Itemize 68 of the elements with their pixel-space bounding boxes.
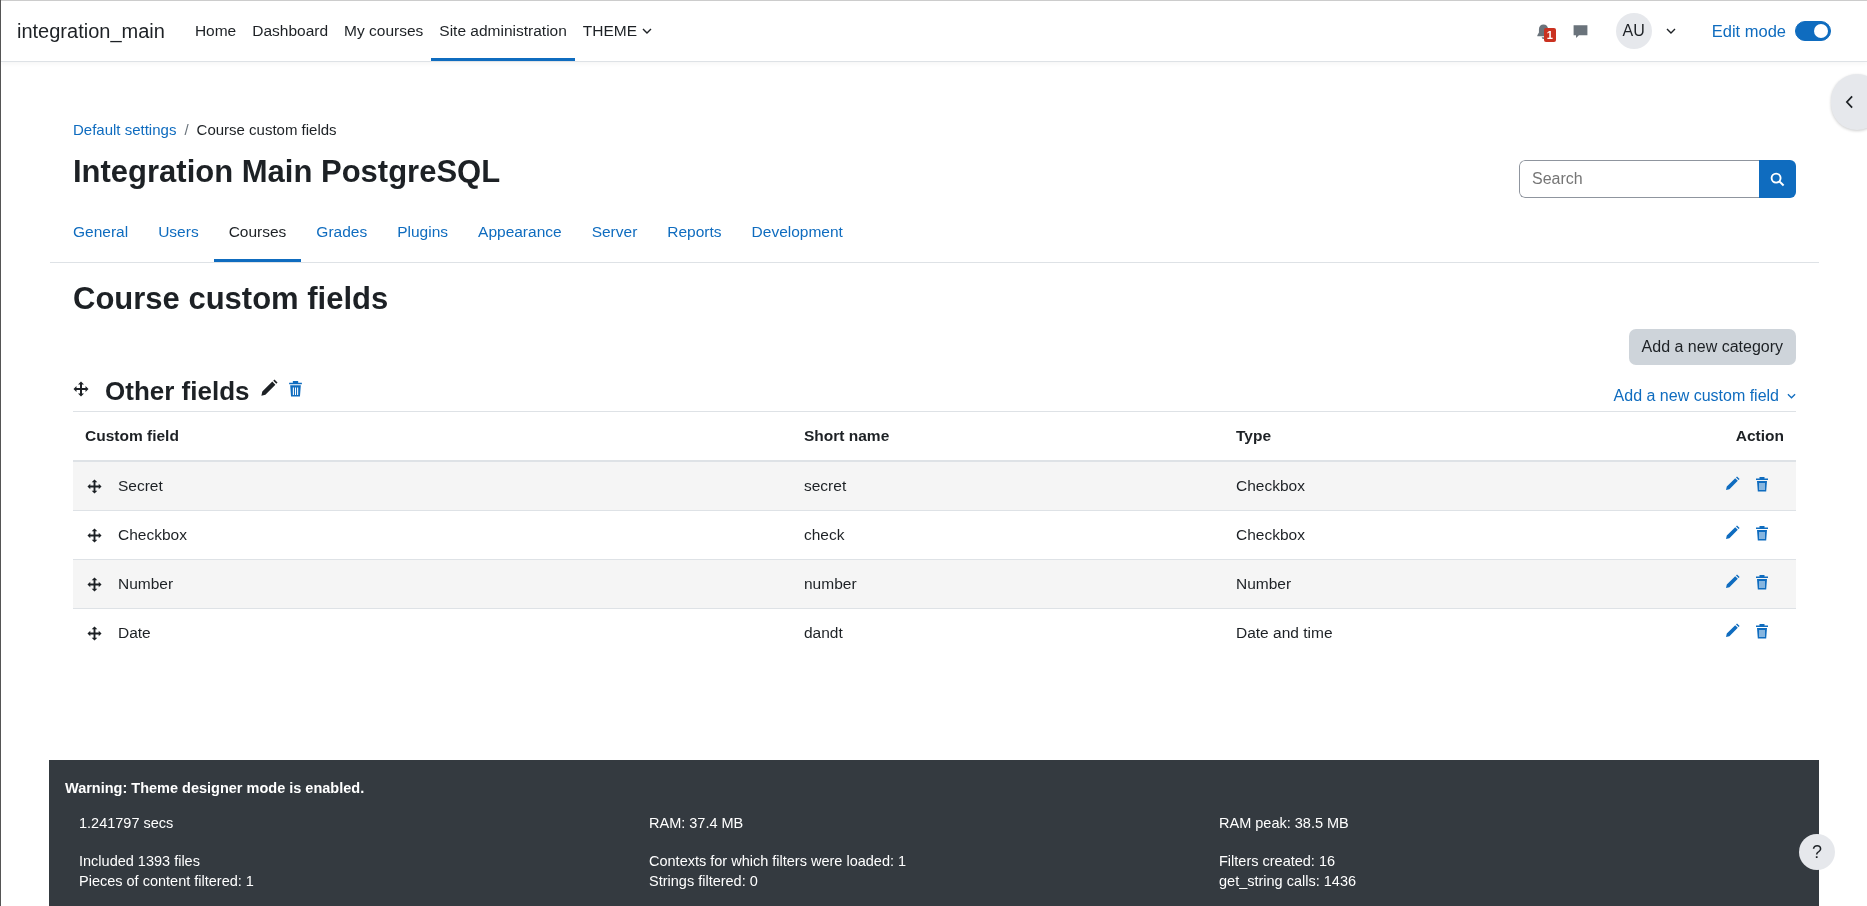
trash-icon[interactable]: [288, 380, 304, 397]
tab[interactable]: Users: [143, 206, 214, 262]
search-field[interactable]: Search: [1519, 160, 1759, 198]
search-icon: [1770, 171, 1785, 187]
caret-icon[interactable]: [1665, 28, 1676, 34]
chevron-left-icon: [1845, 95, 1854, 109]
search-button[interactable]: [1759, 160, 1796, 198]
performance-stat: RAM peak: 38.5 MB: [1219, 815, 1350, 831]
move-icon[interactable]: [87, 478, 102, 494]
section-heading: Course custom fields: [73, 281, 390, 317]
breadcrumb-separator: /: [184, 121, 189, 138]
table-cell: Checkbox: [1236, 477, 1305, 494]
table-cell: Secret: [118, 477, 163, 495]
nav-link[interactable]: THEME: [574, 1, 661, 61]
pencil-icon[interactable]: [259, 379, 279, 398]
tab[interactable]: Plugins: [382, 206, 464, 262]
performance-stat: Filters created: 16: [1219, 853, 1337, 869]
site-name[interactable]: integration_main: [17, 19, 165, 43]
caret-icon: [642, 28, 653, 34]
tab[interactable]: Reports: [652, 206, 737, 262]
move-icon[interactable]: [87, 576, 102, 592]
nav-link[interactable]: Site administration: [431, 1, 575, 61]
tab[interactable]: Server: [576, 206, 653, 262]
performance-stat: Contexts for which filters were loaded: 1: [649, 853, 908, 869]
performance-stat: RAM: 37.4 MB: [649, 815, 745, 831]
edit-mode-toggle[interactable]: [1795, 21, 1831, 41]
tab[interactable]: Development: [736, 206, 858, 262]
breadcrumb-current: Course custom fields: [196, 121, 337, 138]
table-cell: number: [804, 575, 857, 592]
tab[interactable]: Appearance: [463, 206, 577, 262]
performance-stat: get_string calls: 1436: [1219, 873, 1358, 889]
move-icon[interactable]: [87, 527, 102, 543]
trash-icon[interactable]: [1755, 623, 1769, 639]
performance-stat: Strings filtered: 0: [649, 873, 759, 889]
tab[interactable]: Grades: [301, 206, 383, 262]
table-cell: Date: [118, 624, 151, 642]
table-cell: Date and time: [1236, 624, 1333, 641]
trash-icon[interactable]: [1755, 525, 1769, 541]
breadcrumb-link[interactable]: Default settings: [73, 121, 177, 138]
help-button[interactable]: ?: [1799, 834, 1835, 870]
tab[interactable]: Courses: [213, 206, 302, 262]
trash-icon[interactable]: [1755, 476, 1769, 492]
table-cell: Number: [1236, 575, 1292, 592]
user-avatar[interactable]: AU: [1615, 13, 1652, 49]
category-name: Other fields: [105, 376, 250, 407]
trash-icon[interactable]: [1755, 574, 1769, 590]
caret-icon: [1787, 393, 1796, 399]
move-icon[interactable]: [73, 380, 89, 397]
table-cell: check: [804, 526, 845, 543]
table-cell: Checkbox: [118, 526, 187, 544]
edit-mode-label: Edit mode: [1711, 21, 1786, 41]
table-cell: Checkbox: [1236, 526, 1305, 543]
nav-link[interactable]: Dashboard: [244, 1, 337, 61]
nav-link[interactable]: Home: [186, 1, 245, 61]
add-category-button[interactable]: Add a new category: [1628, 329, 1796, 365]
page-title: Integration Main PostgreSQL: [73, 154, 501, 190]
nav-link[interactable]: My courses: [336, 1, 432, 61]
move-icon[interactable]: [87, 625, 102, 641]
performance-stat: 1.241797 secs: [79, 815, 175, 831]
chat-bubble-icon[interactable]: [1571, 22, 1589, 40]
performance-stat: Pieces of content filtered: 1: [79, 873, 255, 889]
performance-stat: Included 1393 files: [79, 853, 201, 869]
warning-text: Warning: Theme designer mode is enabled.: [65, 780, 366, 796]
table-cell: dandt: [804, 624, 843, 641]
table-cell: secret: [804, 477, 847, 494]
table-cell: Number: [118, 575, 174, 593]
add-custom-field-menu[interactable]: Add a new custom field: [1613, 387, 1796, 405]
tab[interactable]: General: [58, 206, 144, 262]
